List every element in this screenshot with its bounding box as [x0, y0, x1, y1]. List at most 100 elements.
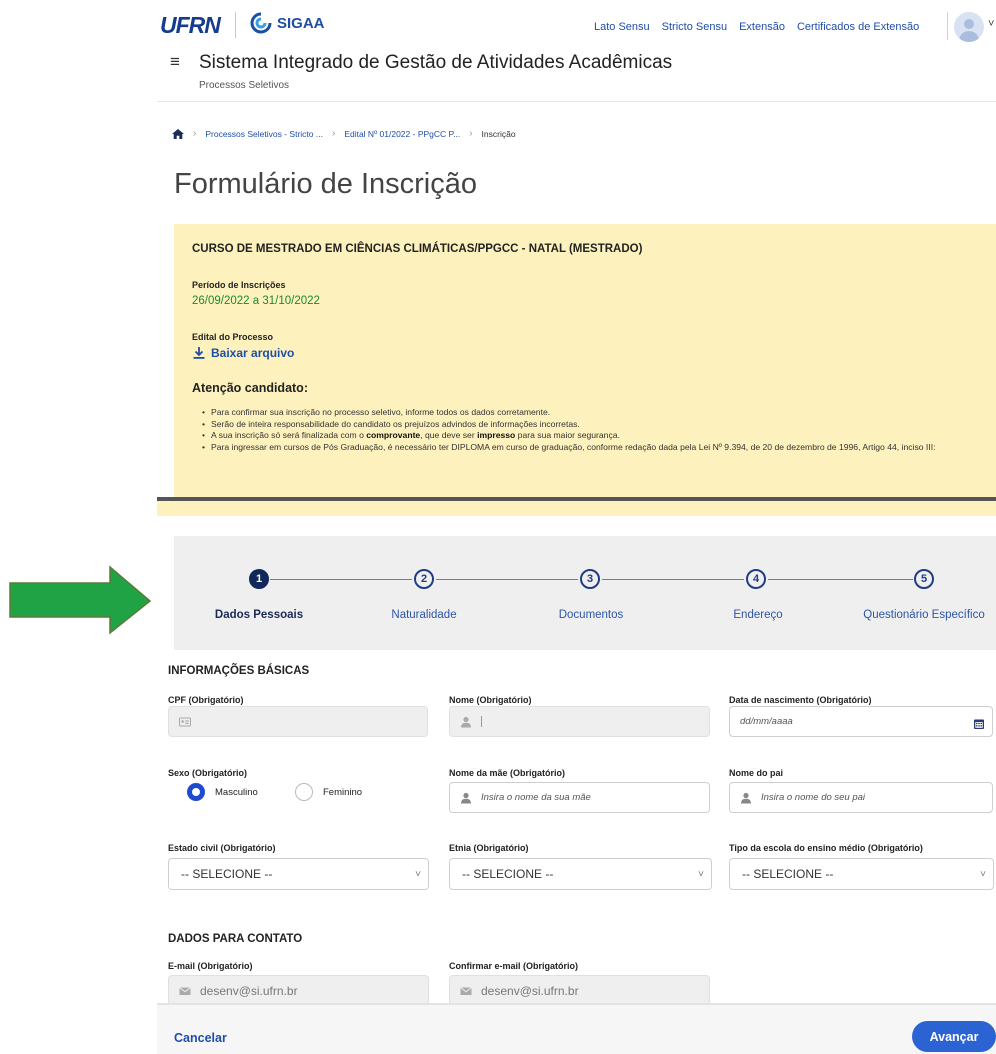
user-icon [461, 716, 471, 727]
footer-bar [157, 1003, 996, 1054]
chevron-down-icon[interactable]: ˅ [988, 18, 994, 30]
menu-icon[interactable]: ≡ [170, 52, 180, 72]
home-icon[interactable] [172, 128, 184, 139]
system-subtitle: Processos Seletivos [199, 80, 290, 91]
estado-civil-label: Estado civil (Obrigatório) [168, 843, 276, 853]
nav-link-certificados[interactable]: Certificados de Extensão [797, 21, 919, 33]
breadcrumb-edital[interactable]: Edital Nº 01/2022 - PPgCC P... [344, 129, 460, 139]
escola-select[interactable]: -- SELECIONE -- ˅ [729, 858, 994, 890]
attention-item-text: Serão de inteira responsabilidade do can… [211, 418, 580, 429]
cancel-button[interactable]: Cancelar [174, 1031, 227, 1045]
nome-input[interactable] [449, 706, 710, 737]
user-icon [741, 792, 751, 803]
attention-item: A sua inscrição só será finalizada com o… [202, 430, 992, 442]
ufrn-logo[interactable]: UFRN [160, 12, 221, 39]
escola-value: -- SELECIONE -- [742, 867, 834, 881]
attention-item-text: , que deve ser [420, 430, 478, 440]
nascimento-label: Data de nascimento (Obrigatório) [729, 695, 872, 705]
breadcrumb: › Processos Seletivos - Stricto ... › Ed… [172, 128, 516, 139]
header-divider [157, 101, 996, 102]
attention-item: Para confirmar sua inscrição no processo… [202, 407, 992, 419]
nav-link-stricto-sensu[interactable]: Stricto Sensu [662, 21, 727, 33]
radio-masculino-label: Masculino [215, 786, 258, 798]
mae-input[interactable]: Insira o nome da sua mãe [449, 782, 710, 813]
etnia-label: Etnia (Obrigatório) [449, 843, 529, 853]
download-label: Baixar arquivo [211, 346, 295, 360]
mae-placeholder: Insira o nome da sua mãe [481, 792, 591, 803]
step-2-label[interactable]: Naturalidade [391, 609, 456, 621]
attention-item: Serão de inteira responsabilidade do can… [202, 419, 992, 431]
attention-strong: comprovante [366, 430, 421, 440]
radio-masculino[interactable]: Masculino [187, 783, 258, 801]
user-icon [461, 792, 471, 803]
contact-title: DADOS PARA CONTATO [168, 933, 303, 945]
chevron-down-icon: ˅ [415, 869, 421, 880]
cpf-input[interactable] [168, 706, 428, 737]
step-1-circle[interactable]: 1 [249, 569, 269, 589]
mae-label: Nome da mãe (Obrigatório) [449, 768, 566, 778]
attention-item-text: A sua inscrição só será finalizada com o [211, 430, 367, 440]
envelope-icon [460, 986, 472, 995]
pai-input[interactable]: Insira o nome do seu pai [729, 782, 993, 813]
breadcrumb-chevron-icon: › [193, 128, 197, 139]
stepper-connector [768, 579, 913, 580]
breadcrumb-current: Inscrição [481, 128, 516, 139]
step-3-label[interactable]: Documentos [559, 609, 624, 621]
nascimento-input[interactable]: dd/mm/aaaa [729, 706, 993, 737]
step-5-label[interactable]: Questionário Específico [863, 609, 984, 621]
top-nav: Lato Sensu Stricto Sensu Extensão Certif… [594, 21, 919, 33]
step-1-label[interactable]: Dados Pessoais [215, 609, 303, 621]
confirm-email-label: Confirmar e-mail (Obrigatório) [449, 961, 579, 971]
email-input[interactable]: desenv@si.ufrn.br [168, 975, 429, 1006]
estado-civil-select[interactable]: -- SELECIONE -- ˅ [168, 858, 429, 890]
page-title: Formulário de Inscrição [174, 168, 477, 200]
annotation-arrow-icon [9, 565, 152, 635]
calendar-icon[interactable] [974, 718, 984, 729]
cpf-label: CPF (Obrigatório) [168, 695, 244, 705]
step-2-circle[interactable]: 2 [414, 569, 434, 589]
nome-label: Nome (Obrigatório) [449, 695, 532, 705]
chevron-down-icon: ˅ [698, 869, 704, 880]
system-title: Sistema Integrado de Gestão de Atividade… [199, 52, 673, 73]
estado-civil-value: -- SELECIONE -- [181, 867, 273, 881]
step-3-circle[interactable]: 3 [580, 569, 600, 589]
attention-title: Atenção candidato: [192, 381, 308, 395]
radio-masculino-dot[interactable] [187, 783, 205, 801]
stepper-connector [436, 579, 578, 580]
breadcrumb-chevron-icon: › [331, 128, 336, 139]
avatar-body-shape [959, 31, 979, 42]
step-4-label[interactable]: Endereço [733, 609, 782, 621]
attention-strong: impresso [477, 430, 516, 440]
escola-label: Tipo da escola do ensino médio (Obrigató… [729, 843, 923, 853]
text-cursor [481, 716, 482, 727]
download-link[interactable]: Baixar arquivo [193, 346, 294, 360]
step-5-circle[interactable]: 5 [914, 569, 934, 589]
logo-divider [235, 12, 236, 38]
nav-link-extensao[interactable]: Extensão [739, 21, 785, 33]
next-button[interactable]: Avançar [912, 1021, 996, 1052]
email-value: desenv@si.ufrn.br [200, 983, 298, 998]
radio-feminino[interactable]: Feminino [295, 783, 362, 801]
nav-link-lato-sensu[interactable]: Lato Sensu [594, 21, 650, 33]
nav-divider [947, 12, 948, 40]
breadcrumb-chevron-icon: › [469, 128, 473, 139]
id-card-icon [179, 717, 191, 726]
radio-feminino-dot[interactable] [295, 783, 313, 801]
sigaa-swirl-icon [250, 12, 272, 34]
period-value: 26/09/2022 a 31/10/2022 [192, 295, 320, 307]
breadcrumb-processos[interactable]: Processos Seletivos - Stricto ... [205, 129, 323, 139]
download-icon [193, 347, 205, 359]
chevron-down-icon: ˅ [980, 869, 986, 880]
confirm-email-input[interactable]: desenv@si.ufrn.br [449, 975, 710, 1006]
user-avatar[interactable] [954, 12, 984, 42]
attention-item-text: Para ingressar em cursos de Pós Graduaçã… [211, 441, 936, 452]
edital-label: Edital do Processo [192, 332, 274, 342]
stepper-connector [270, 579, 412, 580]
envelope-icon [179, 986, 191, 995]
pai-label: Nome do pai [729, 768, 784, 778]
stepper [174, 536, 996, 650]
sigaa-logo[interactable]: SIGAA [250, 12, 325, 34]
notice-panel [174, 224, 996, 516]
step-4-circle[interactable]: 4 [746, 569, 766, 589]
etnia-select[interactable]: -- SELECIONE -- ˅ [449, 858, 712, 890]
